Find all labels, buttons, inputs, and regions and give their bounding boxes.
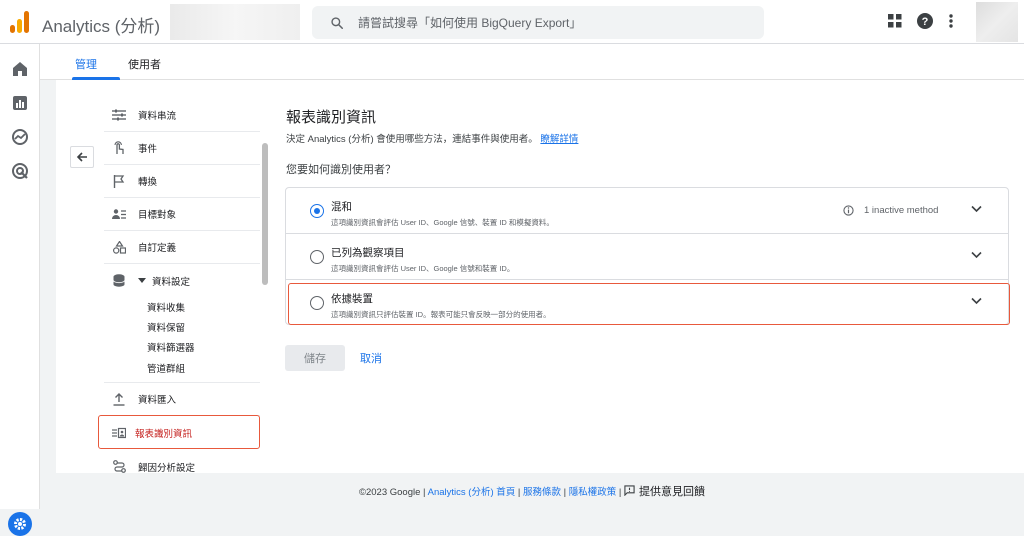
feedback-link[interactable]: 提供意見回饋 [624, 485, 706, 498]
more-vert-icon[interactable] [948, 13, 954, 29]
caret-down-icon [138, 277, 146, 283]
property-settings-nav: 資料串流 事件 轉換 目標對象 自訂定義 資料設定 資料收集 資料保留 資料篩選… [104, 99, 260, 416]
nav-subitem-data-filters[interactable]: 資料篩選器 [104, 337, 260, 357]
chevron-down-icon[interactable] [971, 251, 982, 259]
search-icon [331, 16, 344, 29]
streams-icon [112, 108, 126, 122]
database-icon [112, 274, 126, 288]
nav-item-events[interactable]: 事件 [104, 132, 260, 165]
nav-item-audiences[interactable]: 目標對象 [104, 198, 260, 231]
upload-icon [112, 392, 126, 406]
nav-item-label: 資料設定 [152, 276, 191, 288]
reports-icon[interactable] [11, 94, 29, 112]
page-description: 決定 Analytics (分析) 會使用哪些方法，連結事件與使用者。 瞭解詳情 [286, 131, 578, 145]
search-box[interactable] [312, 6, 764, 39]
learn-more-link[interactable]: 瞭解詳情 [540, 134, 578, 145]
apps-grid-icon[interactable] [888, 14, 902, 28]
explore-icon[interactable] [11, 128, 29, 146]
feedback-icon [624, 485, 635, 497]
cancel-button[interactable]: 取消 [360, 350, 382, 366]
search-input[interactable] [358, 15, 738, 30]
svg-text:?: ? [922, 16, 929, 28]
option-observed[interactable]: 已列為觀察項目 這項識別資訊會評估 User ID、Google 信號和裝置 I… [286, 234, 1008, 280]
nav-item-conversions[interactable]: 轉換 [104, 165, 260, 198]
nav-item-label: 報表識別資訊 [135, 429, 193, 440]
tab-users[interactable]: 使用者 [128, 56, 161, 72]
shapes-icon [112, 240, 126, 254]
attribution-icon [112, 460, 126, 474]
option-blended[interactable]: 混和 這項識別資訊會評估 User ID、Google 信號、裝置 ID 和模擬… [286, 188, 1008, 234]
top-app-bar: Analytics (分析) ? [0, 0, 1024, 44]
avatar[interactable] [976, 2, 1018, 42]
nav-item-data-import[interactable]: 資料匯入 [104, 383, 260, 416]
option-title: 已列為觀察項目 [331, 247, 405, 259]
home-icon[interactable] [11, 60, 29, 78]
nav-item-data-settings[interactable]: 資料設定 [104, 264, 260, 297]
identify-users-question: 您要如何識別使用者？ [286, 164, 396, 176]
device-based-highlight [288, 283, 1010, 325]
nav-item-label: 資料串流 [138, 111, 177, 122]
nav-subitem-channel-groups[interactable]: 管道群組 [104, 357, 260, 383]
account-selector[interactable] [170, 4, 300, 40]
radio-observed[interactable] [310, 250, 324, 264]
radio-blended[interactable] [310, 204, 324, 218]
footer-home-link[interactable]: Analytics (分析) 首頁 [428, 487, 516, 498]
left-rail [0, 44, 40, 536]
option-subtitle: 這項識別資訊會評估 User ID、Google 信號、裝置 ID 和模擬資料。 [331, 218, 554, 227]
nav-scrollbar[interactable] [262, 143, 268, 285]
feedback-label: 提供意見回饋 [639, 486, 706, 498]
advertising-icon[interactable] [11, 162, 29, 180]
nav-item-data-streams[interactable]: 資料串流 [104, 99, 260, 132]
tab-admin[interactable]: 管理 [75, 56, 97, 72]
nav-item-custom-definitions[interactable]: 自訂定義 [104, 231, 260, 264]
option-subtitle: 這項識別資訊會評估 User ID、Google 信號和裝置 ID。 [331, 264, 515, 273]
audience-icon [112, 207, 126, 221]
nav-item-label: 自訂定義 [138, 243, 177, 254]
info-icon [843, 205, 854, 216]
save-button[interactable]: 儲存 [285, 345, 345, 371]
touch-icon [112, 141, 126, 155]
nav-subitem-data-collection[interactable]: 資料收集 [104, 297, 260, 317]
footer: ©2023 Google | Analytics (分析) 首頁 | 服務條款 … [40, 483, 1024, 499]
footer-separator: | [515, 487, 523, 498]
description-text: 決定 Analytics (分析) 會使用哪些方法，連結事件與使用者。 [286, 134, 538, 145]
nav-item-label: 目標對象 [138, 210, 177, 221]
nav-subitem-data-retention[interactable]: 資料保留 [104, 317, 260, 337]
nav-item-label: 事件 [138, 144, 158, 155]
nav-item-label: 資料匯入 [138, 395, 177, 406]
arrow-back-icon [76, 152, 87, 162]
footer-terms-link[interactable]: 服務條款 [523, 487, 561, 498]
nav-item-reporting-identity[interactable]: 報表識別資訊 [98, 415, 260, 449]
copyright-text: ©2023 Google [358, 487, 421, 498]
flag-icon [112, 174, 126, 188]
footer-separator: | [616, 487, 625, 498]
chevron-down-icon[interactable] [971, 205, 982, 213]
analytics-logo[interactable] [10, 11, 32, 33]
page-title: 報表識別資訊 [286, 109, 377, 126]
nav-item-attribution-settings[interactable]: 歸因分析設定 [104, 450, 260, 483]
help-icon[interactable]: ? [916, 12, 934, 30]
nav-item-label: 歸因分析設定 [138, 462, 196, 474]
admin-tabs: 管理 使用者 [40, 44, 1024, 80]
gear-icon [14, 518, 26, 530]
reporting-identity-icon [112, 427, 126, 439]
footer-separator: | [420, 487, 428, 498]
nav-item-label: 轉換 [138, 177, 158, 188]
inactive-method-text: 1 inactive method [864, 205, 939, 216]
app-title[interactable]: Analytics (分析) [42, 12, 160, 37]
inactive-method-note: 1 inactive method [843, 205, 938, 216]
footer-separator: | [561, 487, 569, 498]
option-title: 混和 [331, 201, 352, 213]
back-button[interactable] [70, 146, 94, 168]
footer-privacy-link[interactable]: 隱私權政策 [569, 487, 617, 498]
admin-gear-button[interactable] [8, 512, 32, 536]
